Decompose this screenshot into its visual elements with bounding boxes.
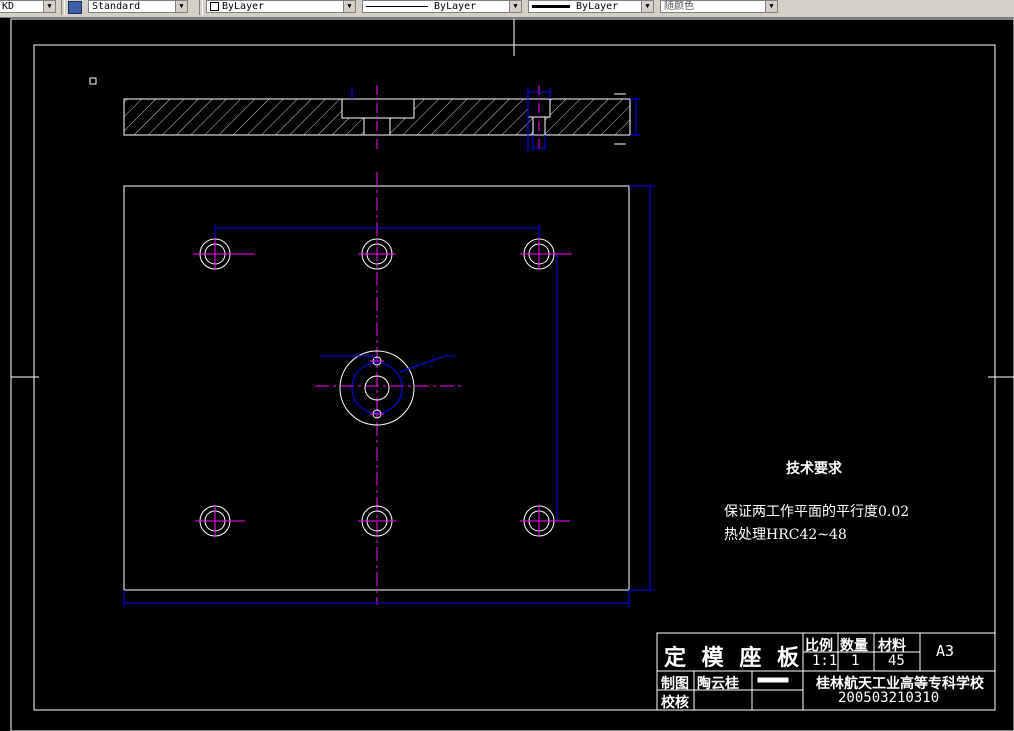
hole-bottom-right xyxy=(520,505,570,537)
hole-top-left xyxy=(193,238,255,270)
lineweight-combo[interactable]: ByLayer ▼ xyxy=(528,0,654,13)
chevron-down-icon: ▼ xyxy=(43,1,55,12)
ucs-marker xyxy=(89,77,97,85)
checked-by-label: 校核 xyxy=(661,695,689,711)
color-swatch xyxy=(210,1,219,11)
material-value: 45 xyxy=(888,653,905,669)
tech-requirement-parallelism: 保证两工作平面的平行度0.02 xyxy=(724,504,910,520)
chevron-down-icon: ▼ xyxy=(509,1,521,12)
toolbar-separator xyxy=(61,0,65,15)
plan-view xyxy=(123,172,654,607)
lineweight-preview xyxy=(532,4,570,8)
sheet-size: A3 xyxy=(936,642,955,660)
qty-label: 数量 xyxy=(840,638,868,654)
hole-bottom-left xyxy=(195,505,245,537)
qty-value: 1 xyxy=(851,653,860,669)
text-style-combo[interactable]: Standard ▼ xyxy=(88,0,188,13)
tech-requirement-heat-treatment: 热处理HRC42~48 xyxy=(724,527,847,543)
plot-color-value: 随颜色 xyxy=(664,1,694,12)
material-label: 材料 xyxy=(878,638,906,654)
drawing-canvas[interactable]: 技术要求 保证两工作平面的平行度0.02 热处理HRC42~48 定 模 座 板… xyxy=(0,17,1014,731)
chevron-down-icon: ▼ xyxy=(641,1,653,12)
toolbar-separator xyxy=(199,0,203,15)
text-style-value: Standard xyxy=(92,1,141,12)
hole-top-mid xyxy=(358,238,396,270)
view-combo-value: KD xyxy=(2,1,15,12)
view-combo[interactable]: KD ▼ xyxy=(0,0,56,13)
chevron-down-icon: ▼ xyxy=(765,1,777,12)
drawing-frame xyxy=(33,44,996,711)
drawing-number: 200503210310 xyxy=(838,690,940,706)
linetype-combo[interactable]: ByLayer ▼ xyxy=(362,0,522,13)
linetype-preview xyxy=(366,5,428,7)
leader-line xyxy=(399,355,446,373)
plot-color-combo[interactable]: 随颜色 ▼ xyxy=(660,0,778,13)
tech-requirements-heading: 技术要求 xyxy=(786,461,842,477)
lineweight-value: ByLayer xyxy=(576,1,619,12)
scale-value: 1:1 xyxy=(812,653,838,669)
layer-combo[interactable]: ByLayer ▼ xyxy=(206,0,356,13)
chevron-down-icon: ▼ xyxy=(343,1,355,12)
linetype-value: ByLayer xyxy=(434,1,477,12)
part-name: 定 模 座 板 xyxy=(664,645,803,671)
properties-toolbar: KD ▼ Standard ▼ ByLayer ▼ ByLayer ▼ ByLa… xyxy=(0,0,1014,18)
chevron-down-icon: ▼ xyxy=(175,1,187,12)
text-style-icon[interactable] xyxy=(68,1,82,14)
hole-top-right xyxy=(520,238,572,270)
layer-value: ByLayer xyxy=(222,1,265,12)
hole-bottom-mid xyxy=(358,505,396,537)
drawn-by-label: 制图 xyxy=(661,676,689,692)
pocket-cutout xyxy=(341,98,415,119)
scale-label: 比例 xyxy=(805,638,833,654)
drawn-by-name: 陶云桂 xyxy=(697,676,739,692)
section-view xyxy=(123,85,640,152)
cad-drawing xyxy=(10,18,1014,731)
